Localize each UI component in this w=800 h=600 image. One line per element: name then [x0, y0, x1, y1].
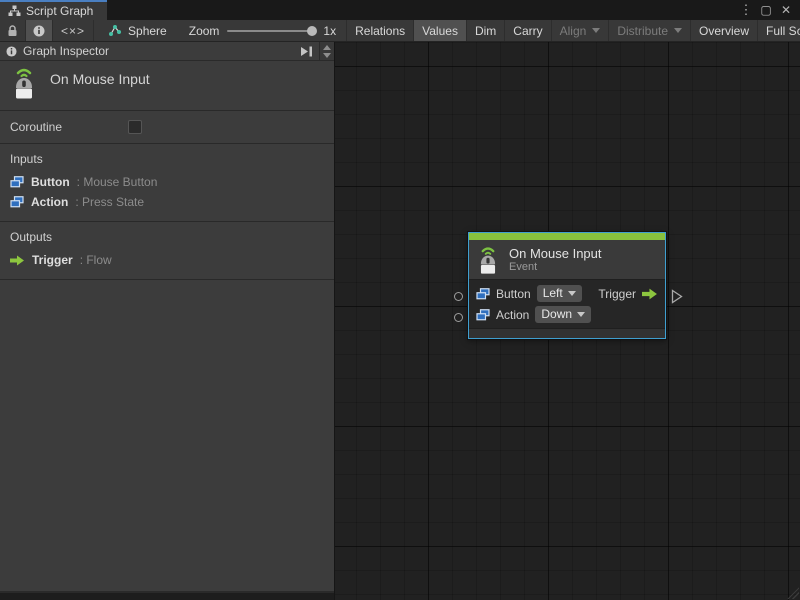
graph-toolbar: <×> Sphere Zoom 1x Relations Values — [0, 20, 800, 42]
port-node-icon — [476, 288, 490, 300]
tab-label: Script Graph — [26, 4, 93, 18]
input-port-circle-button[interactable] — [454, 292, 463, 301]
toolbar-right-group: Relations Values Dim Carry Align Distrib… — [346, 20, 800, 41]
window-resize-grip[interactable] — [787, 587, 799, 599]
port-type: : Press State — [75, 195, 144, 209]
zoom-control: Zoom 1x — [179, 20, 346, 41]
lock-icon — [7, 25, 18, 37]
node-port-label: Button — [496, 287, 531, 301]
node-body: Button Left Trigger — [469, 280, 665, 328]
distribute-dropdown[interactable]: Distribute — [609, 20, 691, 41]
graph-context-breadcrumb[interactable]: Sphere — [94, 20, 179, 41]
inspector-toggle-button[interactable] — [26, 20, 53, 41]
port-type: : Flow — [80, 253, 112, 267]
node-row-button: Button Left Trigger — [469, 283, 665, 304]
carry-button[interactable]: Carry — [505, 20, 551, 41]
tab-script-graph[interactable]: Script Graph — [0, 0, 107, 20]
port-node-icon — [10, 176, 24, 188]
node-header[interactable]: On Mouse Input Event — [469, 240, 665, 280]
port-type: : Mouse Button — [77, 175, 158, 189]
dim-button[interactable]: Dim — [467, 20, 505, 41]
lock-button[interactable] — [0, 20, 26, 41]
arrow-down-icon[interactable] — [323, 53, 331, 58]
window-menu-icon[interactable]: ⋮ — [738, 2, 754, 18]
chevron-down-icon — [568, 291, 576, 296]
align-dropdown[interactable]: Align — [552, 20, 610, 41]
port-name: Trigger — [32, 253, 73, 267]
info-icon — [6, 46, 17, 57]
flow-arrow-icon — [642, 288, 658, 300]
coroutine-setting-row: Coroutine — [0, 111, 334, 144]
outputs-section: Outputs Trigger : Flow — [0, 222, 334, 280]
port-name: Button — [31, 175, 70, 189]
node-event-color-bar — [469, 233, 665, 240]
chevron-down-icon — [674, 28, 682, 33]
inspector-header-controls — [294, 42, 334, 60]
button-value-dropdown[interactable]: Left — [537, 285, 582, 302]
fullscreen-button[interactable]: Full Screen — [758, 20, 800, 41]
port-node-icon — [476, 309, 490, 321]
inputs-section: Inputs Button : Mouse Button — [0, 144, 334, 222]
port-row-button: Button : Mouse Button — [0, 172, 334, 192]
graph-network-icon — [108, 24, 122, 37]
unit-title: On Mouse Input — [50, 71, 150, 87]
zoom-label: Zoom — [189, 24, 220, 38]
input-port-circle-action[interactable] — [454, 313, 463, 322]
window-controls: ⋮ ▢ ✕ — [738, 0, 800, 20]
panel-scroll-stepper[interactable] — [319, 42, 334, 60]
graph-inspector-panel: Graph Inspector — [0, 42, 334, 593]
dock-right-icon — [300, 46, 313, 57]
action-value-dropdown[interactable]: Down — [535, 306, 591, 323]
inspector-title: Graph Inspector — [23, 44, 109, 58]
coroutine-label: Coroutine — [10, 120, 62, 134]
values-button[interactable]: Values — [414, 20, 467, 41]
relations-button[interactable]: Relations — [346, 20, 414, 41]
main-area: Graph Inspector — [0, 42, 800, 600]
close-icon[interactable]: ✕ — [778, 2, 794, 18]
panel-bottom-gap — [0, 593, 334, 600]
node-port-label: Action — [496, 308, 529, 322]
port-row-action: Action : Press State — [0, 192, 334, 212]
arrow-up-icon[interactable] — [323, 45, 331, 50]
chevron-down-icon — [577, 312, 585, 317]
flow-arrow-icon — [10, 255, 25, 266]
graph-hierarchy-icon — [8, 5, 21, 17]
outputs-section-title: Outputs — [0, 222, 334, 250]
port-node-icon — [10, 196, 24, 208]
info-icon — [33, 25, 45, 37]
on-mouse-input-node[interactable]: On Mouse Input Event Button — [468, 232, 666, 339]
left-panel-column: Graph Inspector — [0, 42, 335, 600]
selected-unit-header: On Mouse Input — [0, 61, 334, 111]
coroutine-checkbox[interactable] — [128, 120, 142, 134]
code-view-button[interactable]: <×> — [53, 20, 94, 41]
tabbar-spacer — [107, 0, 738, 20]
output-port-triangle-trigger[interactable] — [671, 289, 683, 304]
mouse-input-icon — [477, 245, 499, 275]
script-graph-window: Script Graph ⋮ ▢ ✕ — [0, 0, 800, 600]
mouse-input-icon — [12, 66, 36, 100]
inputs-section-title: Inputs — [0, 144, 334, 172]
port-name: Action — [31, 195, 68, 209]
zoom-slider[interactable] — [227, 30, 315, 32]
dock-panel-button[interactable] — [294, 42, 319, 60]
node-port-label: Trigger — [598, 287, 636, 301]
maximize-icon[interactable]: ▢ — [758, 2, 774, 18]
inspector-header: Graph Inspector — [0, 42, 334, 61]
graph-canvas[interactable]: On Mouse Input Event Button — [335, 42, 800, 600]
node-footer — [469, 328, 665, 338]
overview-button[interactable]: Overview — [691, 20, 758, 41]
node-row-action: Action Down — [469, 304, 665, 325]
chevron-down-icon — [592, 28, 600, 33]
zoom-value: 1x — [323, 24, 336, 38]
node-title: On Mouse Input — [509, 246, 602, 261]
tab-bar: Script Graph ⋮ ▢ ✕ — [0, 0, 800, 20]
graph-context-label: Sphere — [128, 24, 167, 38]
code-icon: <×> — [61, 24, 85, 38]
zoom-slider-handle[interactable] — [307, 26, 317, 36]
inspector-empty-area — [0, 280, 334, 591]
trigger-output-port[interactable]: Trigger — [598, 287, 658, 301]
port-row-trigger: Trigger : Flow — [0, 250, 334, 270]
node-subtitle: Event — [509, 261, 602, 274]
